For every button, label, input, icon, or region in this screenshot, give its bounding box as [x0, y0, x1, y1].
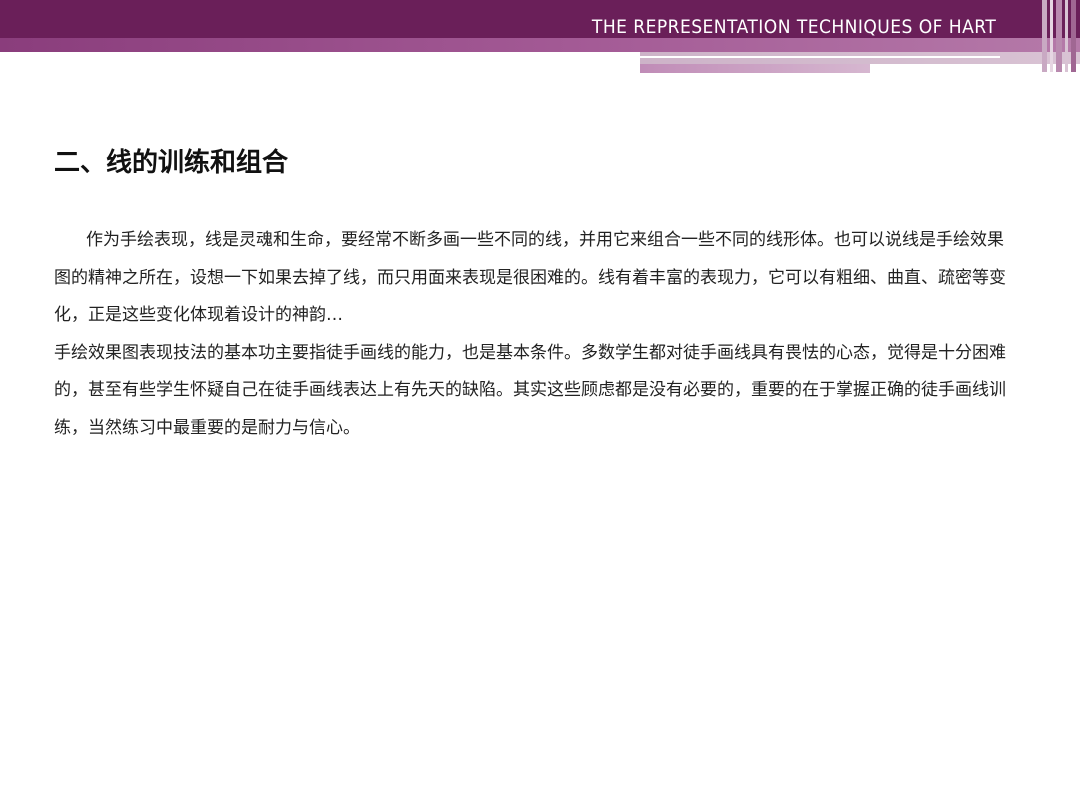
paragraph: 手绘效果图表现技法的基本功主要指徒手画线的能力，也是基本条件。多数学生都对徒手画…: [54, 342, 1006, 438]
header-decor-bar: [1050, 0, 1053, 72]
section-heading: 二、线的训练和组合: [54, 148, 289, 178]
header-title: THE REPRESENTATION TECHNIQUES OF HART: [591, 16, 996, 38]
header-rule-line: [640, 56, 1000, 58]
header-accent-bar: [640, 52, 1080, 64]
header-decor-bar: [1042, 0, 1047, 72]
header-decor-bar: [1056, 0, 1062, 72]
body-text: 作为手绘表现，线是灵魂和生命，要经常不断多画一些不同的线，并用它来组合一些不同的…: [54, 222, 1014, 447]
header-decor-bar: [1065, 0, 1068, 72]
paragraph: 作为手绘表现，线是灵魂和生命，要经常不断多画一些不同的线，并用它来组合一些不同的…: [54, 230, 1006, 325]
header-accent-bar-lower: [640, 64, 870, 73]
header-decor-bar: [1071, 0, 1076, 72]
header-stripe: [0, 38, 1080, 52]
